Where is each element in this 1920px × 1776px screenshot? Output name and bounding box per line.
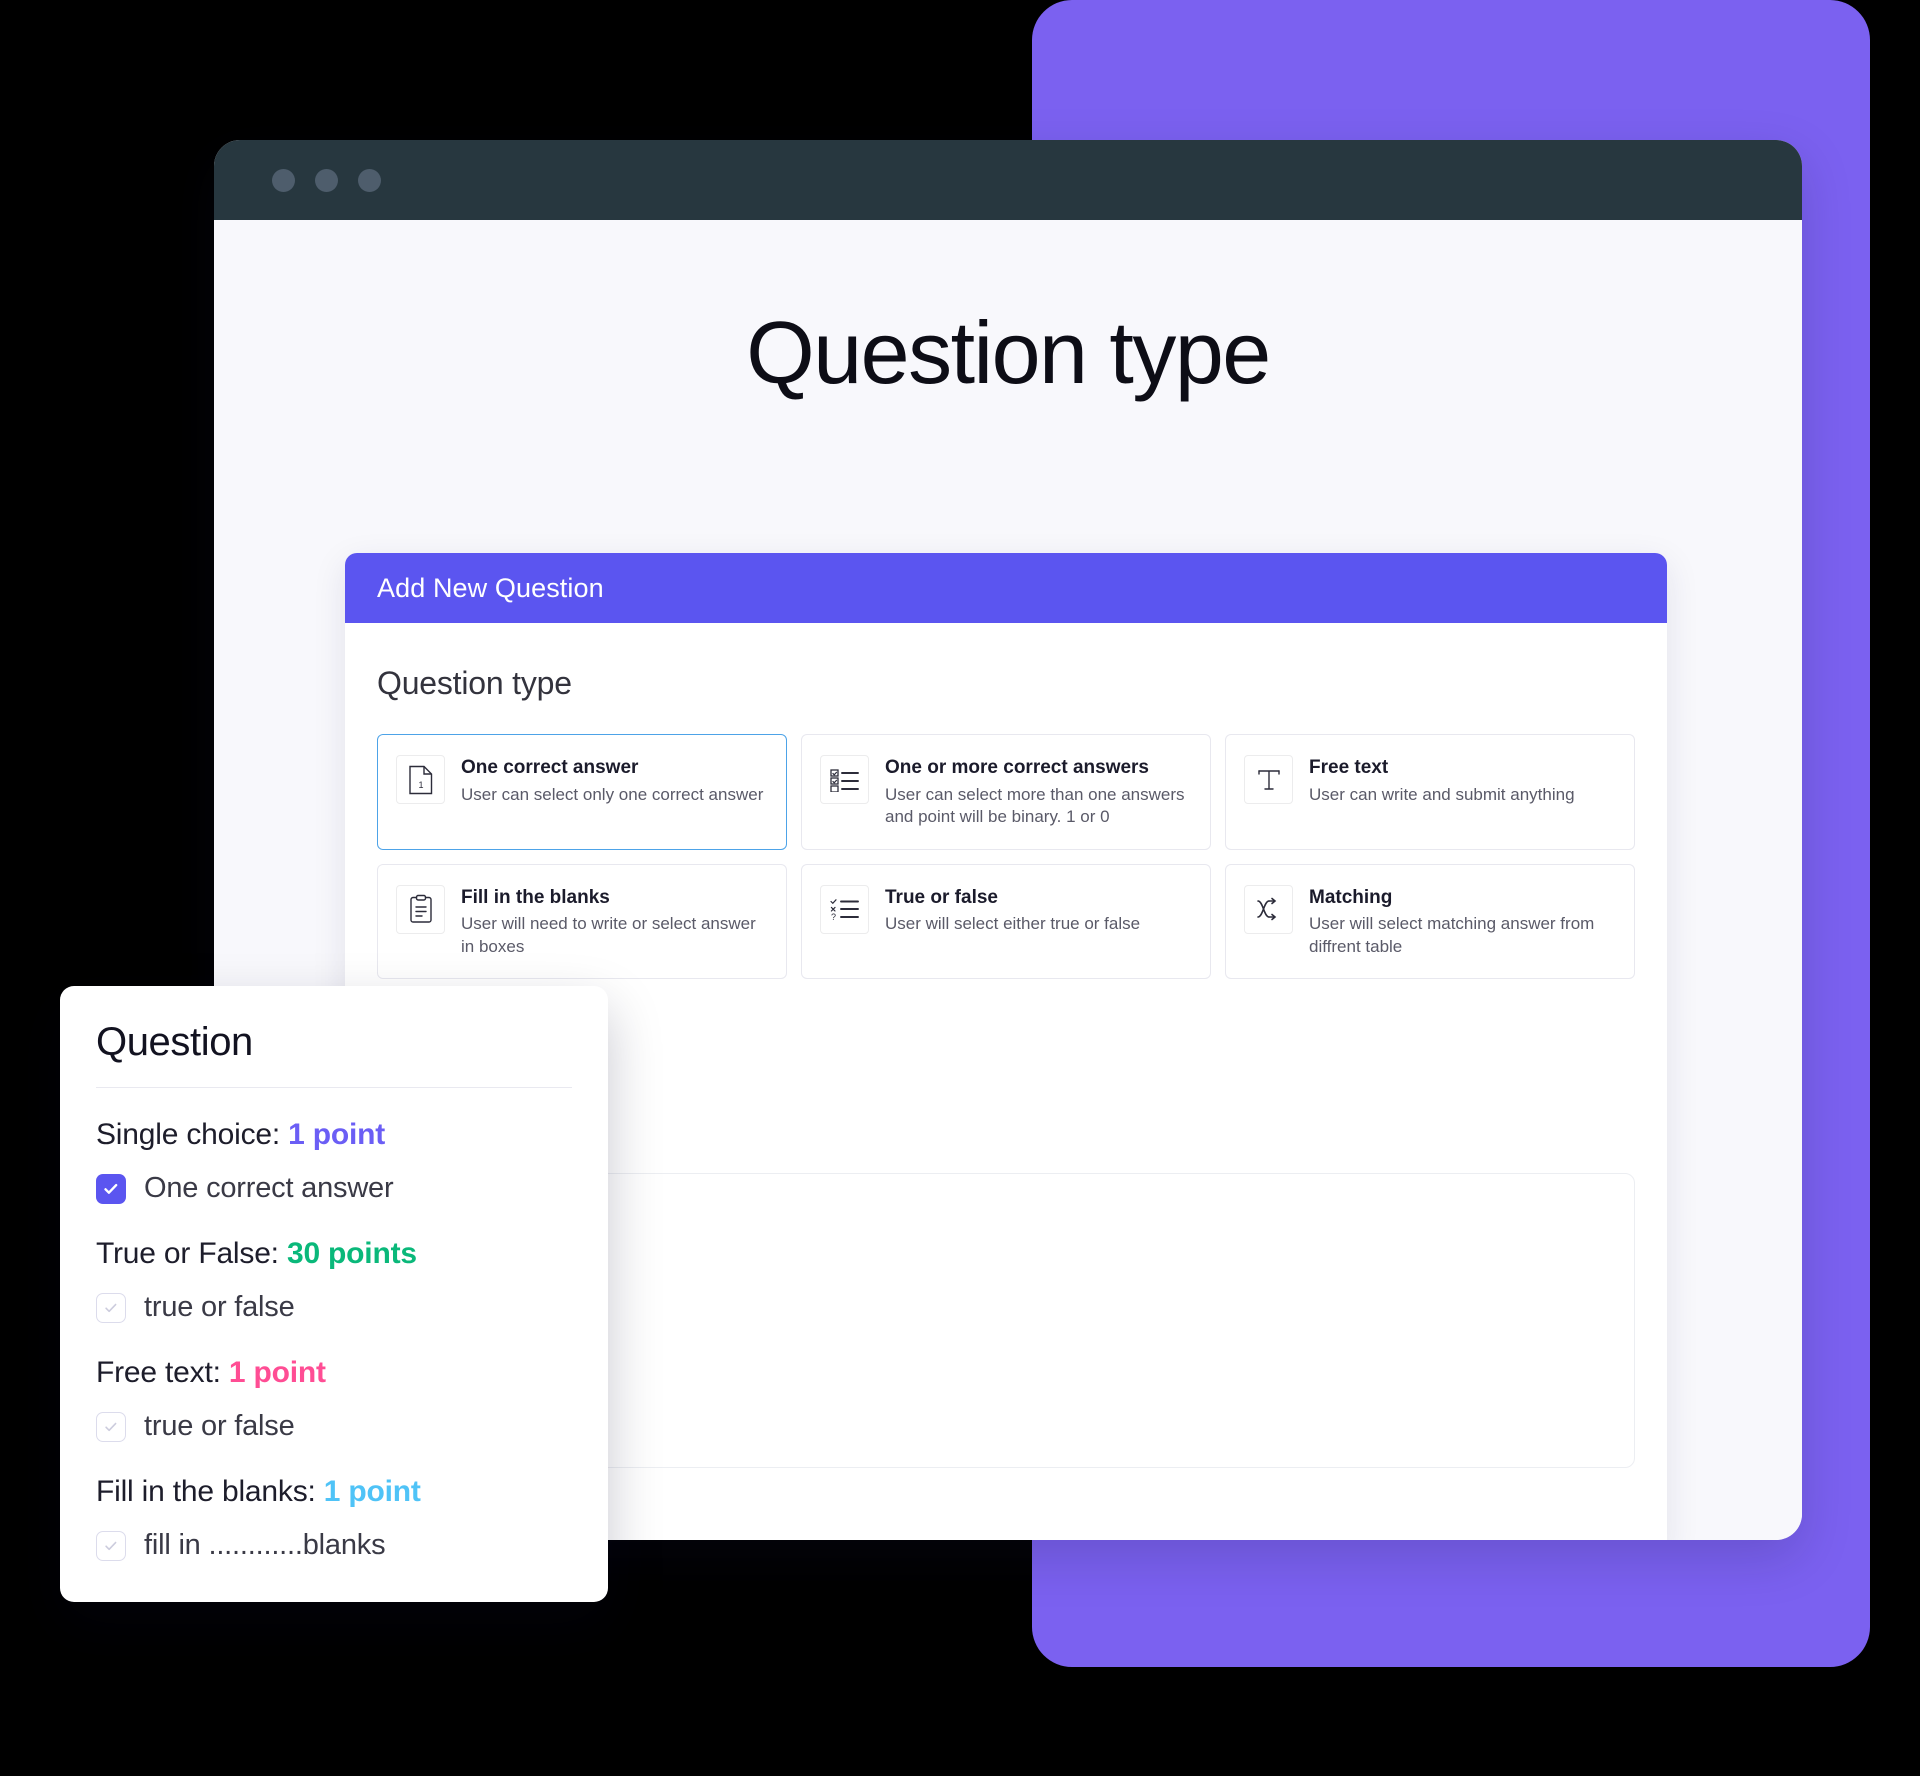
question-type-name: One correct answer xyxy=(461,757,639,778)
checklist-icon xyxy=(820,755,869,804)
dialog-body: Question type 1 One correct answer User … xyxy=(345,623,1667,980)
page-title: Question type xyxy=(746,303,1271,402)
question-type-name: True or false xyxy=(885,886,998,908)
question-summary-overlay: Question Single choice: 1 point One corr… xyxy=(60,986,608,1602)
overlay-group-label: Fill in the blanks: 1 point xyxy=(96,1475,572,1509)
overlay-option-label: true or false xyxy=(144,1410,295,1442)
overlay-option[interactable]: One correct answer xyxy=(96,1172,572,1205)
window-maximize-dot[interactable] xyxy=(358,168,381,192)
question-type-description: User can select more than one answers an… xyxy=(885,784,1185,827)
true-false-list-icon: ? xyxy=(820,884,869,934)
question-type-description: User will select either true or false xyxy=(885,914,1141,934)
document-one-icon: 1 xyxy=(396,755,445,804)
overlay-group-points: 1 point xyxy=(288,1118,386,1151)
overlay-group-name: True or False: xyxy=(96,1237,287,1270)
question-type-card-free-text[interactable]: Free text User can write and submit anyt… xyxy=(1225,734,1635,850)
overlay-group-fill-in-the-blanks: Fill in the blanks: 1 point fill in ....… xyxy=(96,1475,572,1562)
section-title-question-type: Question type xyxy=(377,665,572,701)
question-type-card-fill-in-the-blanks[interactable]: Fill in the blanks User will need to wri… xyxy=(377,863,787,980)
overlay-group-true-or-false: True or False: 30 points true or false xyxy=(96,1237,572,1324)
checkbox-unchecked-icon[interactable] xyxy=(96,1530,126,1561)
overlay-option[interactable]: fill in ............blanks xyxy=(96,1529,572,1562)
question-type-name: Matching xyxy=(1309,886,1393,908)
overlay-option-label: true or false xyxy=(144,1291,295,1323)
overlay-option-label: fill in ............blanks xyxy=(144,1529,386,1561)
question-type-name: One or more correct answers xyxy=(885,757,1149,778)
overlay-group-name: Free text: xyxy=(96,1356,229,1389)
question-type-name: Fill in the blanks xyxy=(461,886,610,908)
question-type-description: User will select matching answer from di… xyxy=(1309,914,1595,956)
question-type-grid: 1 One correct answer User can select onl… xyxy=(377,734,1635,980)
clipboard-icon xyxy=(396,884,445,934)
dialog-title: Add New Question xyxy=(377,572,604,603)
overlay-title: Question xyxy=(96,1020,253,1064)
question-type-name: Free text xyxy=(1309,757,1389,778)
checkbox-unchecked-icon[interactable] xyxy=(96,1292,126,1323)
overlay-group-points: 30 points xyxy=(286,1237,417,1270)
svg-text:1: 1 xyxy=(418,780,423,790)
question-type-card-true-or-false[interactable]: ? True or false User will select either … xyxy=(801,863,1211,980)
question-type-card-matching[interactable]: Matching User will select matching answe… xyxy=(1225,863,1635,980)
question-type-description: User will need to write or select answer… xyxy=(461,914,756,956)
text-format-icon xyxy=(1244,755,1293,804)
question-type-description: User can write and submit anything xyxy=(1309,784,1575,804)
checkbox-unchecked-icon[interactable] xyxy=(96,1411,126,1442)
overlay-group-name: Single choice: xyxy=(96,1118,289,1151)
checkbox-checked-icon[interactable] xyxy=(96,1173,126,1204)
overlay-group-label: Single choice: 1 point xyxy=(96,1118,572,1152)
overlay-option-label: One correct answer xyxy=(144,1172,394,1204)
overlay-group-label: True or False: 30 points xyxy=(96,1237,572,1271)
overlay-divider xyxy=(96,1087,572,1088)
dialog-header: Add New Question xyxy=(345,553,1667,623)
question-type-card-one-correct-answer[interactable]: 1 One correct answer User can select onl… xyxy=(377,734,787,850)
overlay-group-free-text: Free text: 1 point true or false xyxy=(96,1356,572,1443)
overlay-option[interactable]: true or false xyxy=(96,1291,572,1324)
browser-titlebar xyxy=(214,140,1802,220)
window-close-dot[interactable] xyxy=(272,168,295,192)
overlay-group-points: 1 point xyxy=(228,1356,326,1389)
overlay-group-single-choice: Single choice: 1 point One correct answe… xyxy=(96,1118,572,1205)
overlay-group-name: Fill in the blanks: xyxy=(96,1475,324,1508)
question-type-description: User can select only one correct answer xyxy=(461,784,764,804)
question-type-card-one-or-more-correct-answers[interactable]: One or more correct answers User can sel… xyxy=(801,734,1211,850)
window-minimize-dot[interactable] xyxy=(315,168,338,192)
overlay-group-points: 1 point xyxy=(323,1475,421,1508)
shuffle-icon xyxy=(1244,884,1293,934)
svg-text:?: ? xyxy=(831,912,836,921)
overlay-group-label: Free text: 1 point xyxy=(96,1356,572,1390)
overlay-option[interactable]: true or false xyxy=(96,1410,572,1443)
